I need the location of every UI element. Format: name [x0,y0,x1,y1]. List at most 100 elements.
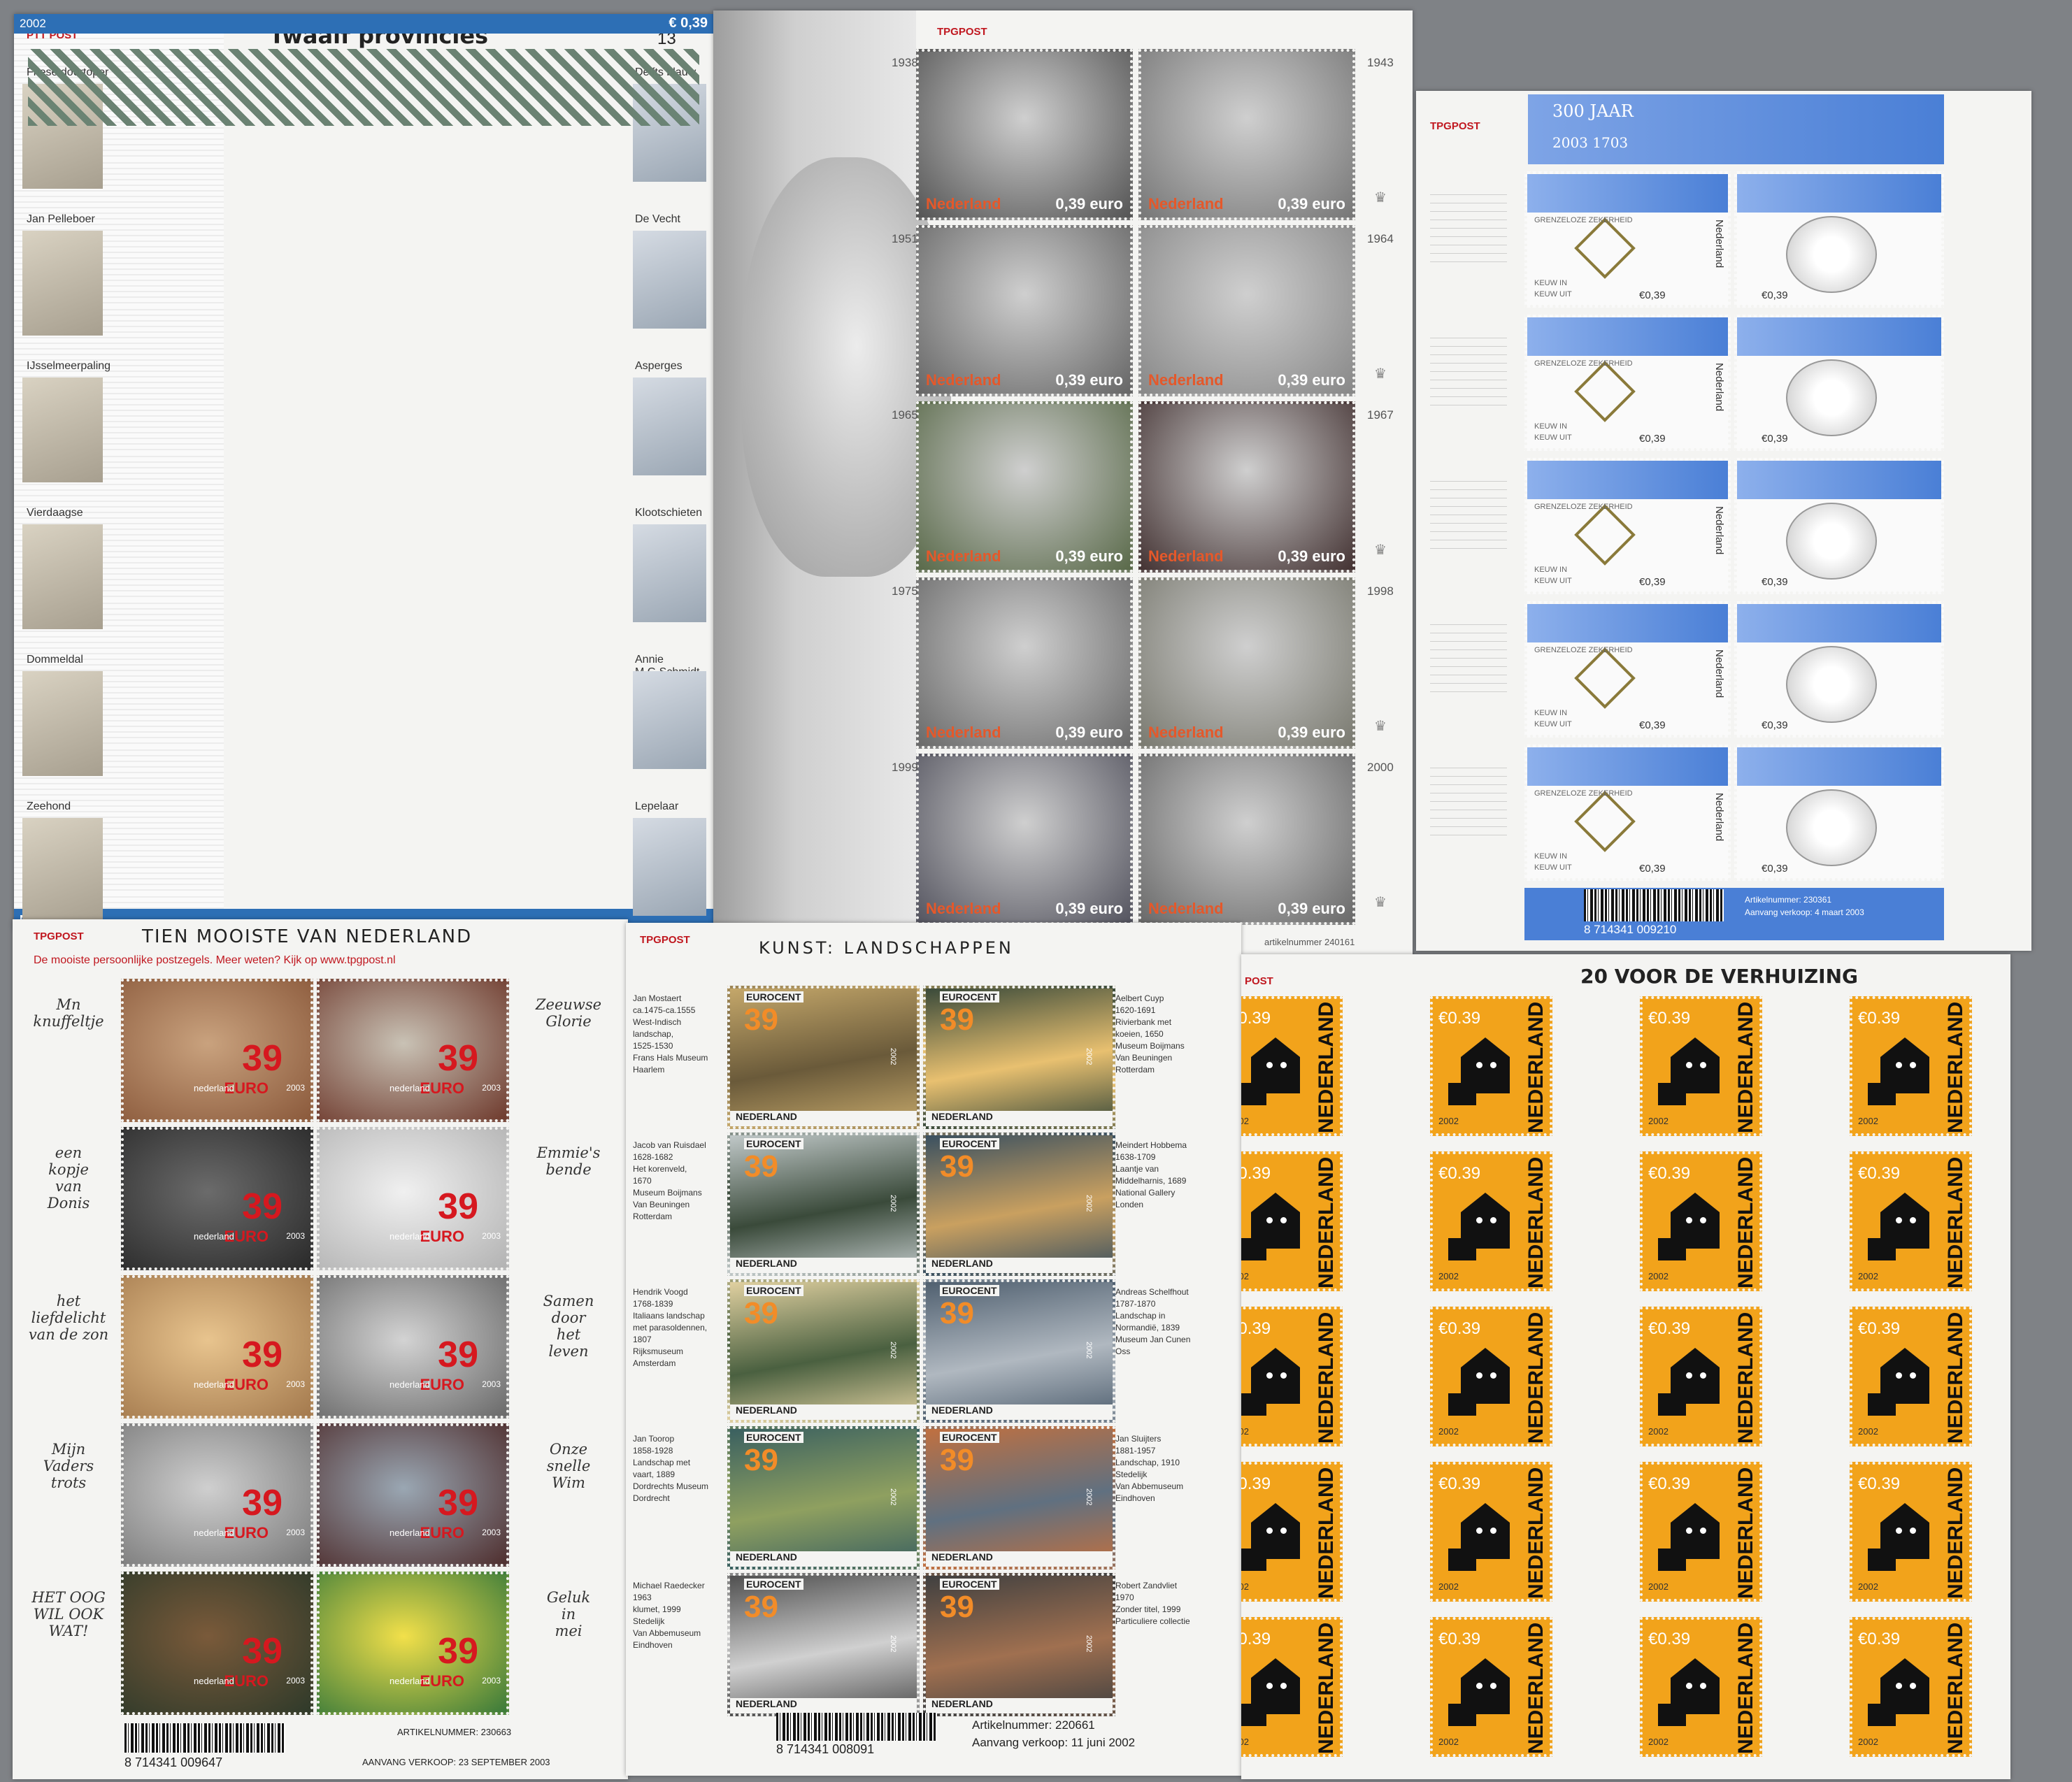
stamp-country: nederland [194,1379,234,1390]
photo-stamp: Nederland 0,39 euro [916,401,1133,573]
enschede-stamp-right: €0,39 [1734,315,1944,451]
stamp-value: €0,39 [1639,719,1666,731]
stamp-year: 2002 [1085,1635,1093,1653]
stamp-grid: 2002€ 0,39NEDERLANDFRIESLAND2002€ 0,39NE… [14,14,713,930]
stamp-country: NEDERLAND [926,1111,1113,1126]
caption-photo [633,671,706,769]
stamp-text: GRENZELOZE ZEKERHEID [1534,216,1633,224]
painting-caption-right: Jan Sluijters 1881-1957 Landschap, 1910 … [1115,1434,1184,1503]
sheet-enschede: 300 JAAR 2003 1703 TPGPOST GRENZELOZE ZE… [1416,91,2031,951]
stamp-value: 39 [940,1590,974,1624]
caption-left: Zeehond [27,800,71,812]
year-left: 1965 [892,408,918,422]
stamp-text: KEUW UIT [1534,720,1572,728]
painting-stamp: EUROCENT 39 2002 NEDERLAND [727,1279,920,1423]
painting-caption-right: Andreas Schelfhout 1787-1870 Landschap i… [1115,1287,1191,1356]
stamp-year: 2003 [482,1528,501,1537]
stamp-value: €0,39 [1639,289,1666,301]
mascot-eye-icon [1280,1372,1287,1379]
caption-photo [22,231,103,336]
moving-stamp: €0.39 2002 NEDERLAND [1430,1307,1552,1446]
stamp-year: 2003 [286,1083,305,1093]
diamond-frame-icon [1574,647,1636,709]
stamp-text: KEUW IN [1534,279,1568,287]
stamp-country: Nederland [1148,724,1224,741]
stamp-year: 2002 [889,1048,897,1065]
sheet-koningin: TPGPOST Nederland 0,39 euro Nederland 0,39 … [713,10,1413,958]
painting-stamp: EUROCENT 39 2002 NEDERLAND [923,986,1115,1129]
stamp-year: 2002 [1648,1737,1669,1747]
stamp-value: 39 [438,1631,478,1672]
stamp-year: 2002 [1858,1116,1878,1126]
stamp-country: NEDERLAND [1944,1467,1967,1599]
caption-photo [22,671,103,776]
stamp-unit: EUROCENT [940,991,999,1003]
stamp-year: 2002 [1438,1737,1459,1747]
mascot-eye-icon [1896,1683,1902,1689]
mascot-eye-icon [1266,1217,1273,1223]
mascot-eye-icon [1910,1062,1916,1068]
caption-photo [633,378,706,475]
stamp-text: GRENZELOZE ZEKERHEID [1534,646,1633,654]
stamp-value: 39 [242,1483,283,1523]
stamp-year: 2002 [1241,1426,1249,1437]
crown-icon: ♛ [1374,542,1387,558]
mascot-eye-icon [1476,1217,1482,1223]
painting-stamp: EUROCENT 39 2002 NEDERLAND [727,1573,920,1716]
box-icon [1241,1704,1266,1726]
stamp-country: Nederland [1713,793,1725,842]
stamp-year: 2002 [1085,1488,1093,1506]
stamp-year: 2002 [20,17,46,30]
photo-stamp: Nederland 0,39 euro [916,49,1133,220]
mascot-eye-icon [1280,1217,1287,1223]
moving-stamp: €0.39 2002 NEDERLAND [1850,1307,1972,1446]
stamp-value: 0,39 euro [1055,371,1123,389]
moving-stamp: €0.39 2002 NEDERLAND [1850,1462,1972,1602]
box-icon [1448,1238,1476,1260]
stamp-country: Nederland [1713,363,1725,412]
stamp-country: NEDERLAND [926,1698,1113,1713]
stamp-value: €0.39 [1438,1164,1481,1183]
stamp-value: €0,39 [1639,576,1666,588]
box-icon [1658,1549,1686,1571]
stamp-value: 0,39 euro [1055,547,1123,565]
photo-stamp: Nederland 0,39 euro [1138,225,1355,396]
photo-stamp: Nederland 0,39 euro [916,225,1133,396]
box-icon [1448,1704,1476,1726]
painting-stamp: EUROCENT 39 2002 NEDERLAND [923,1133,1115,1276]
margin-text [1430,336,1507,405]
enschede-stamp-right: €0,39 [1734,458,1944,594]
handwritten-caption-right: Geluk in mei [546,1589,591,1639]
stamp-year: 2002 [1858,1426,1878,1437]
stamp-blue-band [1737,461,1941,499]
stamp-country: Nederland [926,900,1001,917]
box-icon [1868,1083,1896,1105]
box-icon [1658,1704,1686,1726]
box-icon [1241,1393,1266,1416]
sheet-tien-mooiste: TPGPOST TIEN MOOISTE VAN NEDERLAND De mo… [13,919,628,1779]
mascot-eye-icon [1266,1683,1273,1689]
year-right: 1964 [1367,232,1394,245]
box-icon [1868,1704,1896,1726]
stamp-country: NEDERLAND [1734,1001,1757,1133]
caption-photo [633,231,706,329]
painting-caption-right: Robert Zandvliet 1970 Zonder titel, 1999… [1115,1581,1190,1626]
stamp-text: KEUW IN [1534,566,1568,574]
stamp-value: €0,39 [1639,863,1666,875]
stamp-country: NEDERLAND [1944,1001,1967,1133]
artikel-number: Artikelnummer: 220661 [972,1718,1095,1732]
moving-stamp: €0.39 2002 NEDERLAND [1241,1617,1343,1757]
stamp-year: 2003 [482,1379,501,1389]
stamp-value: 39 [940,1443,974,1477]
stamp-year: 2003 [286,1379,305,1389]
diamond-frame-icon [1574,361,1636,422]
stamp-header-bar [14,14,713,34]
stamp-country: NEDERLAND [1524,1001,1548,1133]
caption-left: IJsselmeerpaling [27,360,111,372]
enschede-stamp-left: GRENZELOZE ZEKERHEID KEUW IN KEUW UIT €0,39… [1524,171,1731,308]
mascot-eye-icon [1896,1062,1902,1068]
moving-stamp: €0.39 2002 NEDERLAND [1241,996,1343,1136]
caption-photo [22,378,103,482]
caption-right: Lepelaar [635,800,679,812]
painting-caption-left: Michael Raedecker 1963 klumet, 1999 Sted… [633,1581,705,1650]
